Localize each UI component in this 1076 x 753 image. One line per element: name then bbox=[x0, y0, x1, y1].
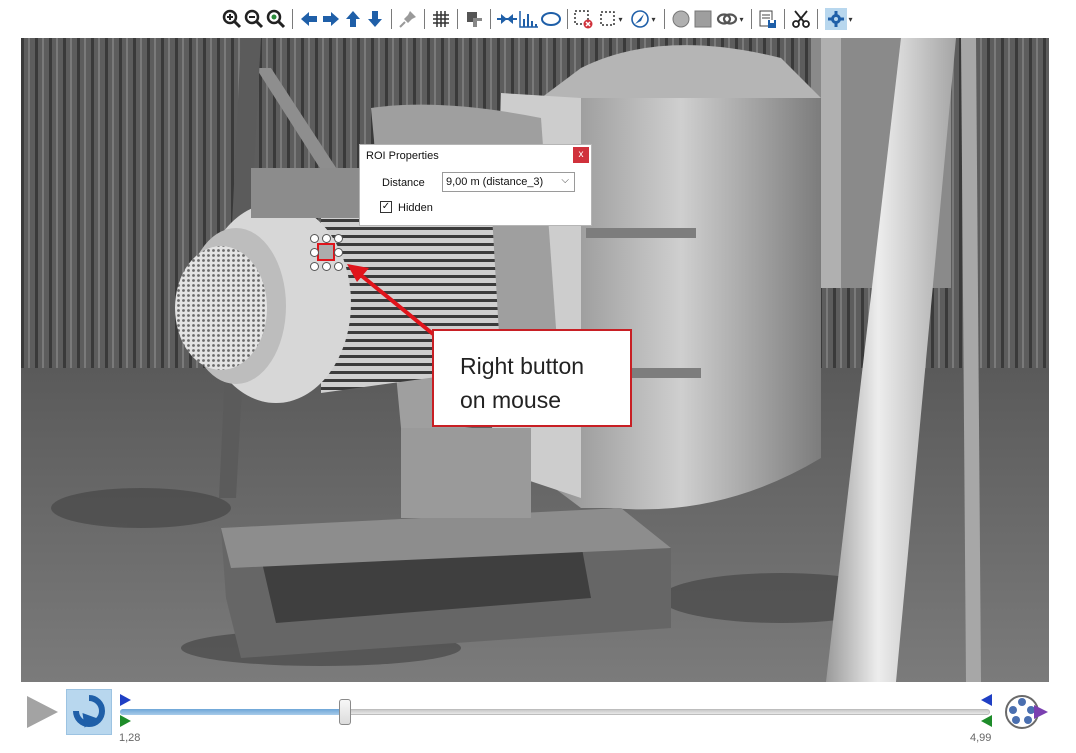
line-profile-icon[interactable] bbox=[496, 6, 518, 32]
chevron-down-icon: ▾ bbox=[848, 14, 853, 24]
toolbar-separator bbox=[817, 9, 818, 29]
arrow-down-icon[interactable] bbox=[364, 6, 386, 32]
zoom-in-icon[interactable] bbox=[221, 6, 243, 32]
timeline-progress bbox=[120, 709, 346, 715]
save-image-icon[interactable] bbox=[757, 6, 779, 32]
distance-label: Distance bbox=[382, 177, 425, 189]
play-button[interactable] bbox=[24, 694, 60, 735]
start-marker-bottom[interactable] bbox=[120, 715, 131, 727]
arrow-up-icon[interactable] bbox=[342, 6, 364, 32]
hidden-label: Hidden bbox=[398, 202, 433, 214]
palette-icon[interactable] bbox=[463, 6, 485, 32]
callout-line-1: Right button bbox=[460, 353, 585, 379]
settings-icon[interactable]: ▾ bbox=[823, 6, 855, 32]
toolbar: ▾ ▾ ▾ ▾ bbox=[0, 0, 1076, 38]
loop-icon bbox=[73, 695, 105, 728]
zoom-fit-icon[interactable] bbox=[265, 6, 287, 32]
toolbar-separator bbox=[391, 9, 392, 29]
arrow-right-icon[interactable] bbox=[320, 6, 342, 32]
measure-icon[interactable]: ▾ bbox=[627, 6, 659, 32]
start-marker-top[interactable] bbox=[120, 694, 131, 706]
toolbar-separator bbox=[424, 9, 425, 29]
hidden-checkbox[interactable]: ✓ bbox=[380, 201, 392, 213]
loop-button[interactable] bbox=[66, 689, 112, 735]
play-icon bbox=[27, 696, 58, 728]
grid-icon[interactable] bbox=[430, 6, 452, 32]
film-reel-icon bbox=[1005, 695, 1048, 729]
link-icon[interactable]: ▾ bbox=[714, 6, 746, 32]
toolbar-separator bbox=[784, 9, 785, 29]
cut-icon[interactable] bbox=[790, 6, 812, 32]
toolbar-separator bbox=[457, 9, 458, 29]
chevron-down-icon: ⌵ bbox=[561, 175, 569, 186]
chevron-down-icon: ▾ bbox=[651, 14, 656, 24]
circle-icon[interactable] bbox=[670, 6, 692, 32]
ellipse-icon[interactable] bbox=[540, 6, 562, 32]
rectangle-roi-icon[interactable]: ▾ bbox=[595, 6, 627, 32]
close-button[interactable]: x bbox=[573, 147, 589, 163]
toolbar-separator bbox=[292, 9, 293, 29]
pin-icon[interactable] bbox=[397, 6, 419, 32]
toolbar-separator bbox=[567, 9, 568, 29]
toolbar-separator bbox=[751, 9, 752, 29]
callout-annotation: Right button on mouse bbox=[432, 329, 632, 427]
timeline-thumb[interactable] bbox=[339, 699, 351, 725]
callout-line-2: on mouse bbox=[460, 387, 562, 413]
image-viewport[interactable]: ROI Properties x Distance 9,00 m (distan… bbox=[21, 38, 1049, 682]
end-marker-bottom[interactable] bbox=[981, 715, 992, 727]
distance-select[interactable]: 9,00 m (distance_3) ⌵ bbox=[442, 172, 575, 192]
toolbar-separator bbox=[664, 9, 665, 29]
end-marker-top[interactable] bbox=[981, 694, 992, 706]
zoom-out-icon[interactable] bbox=[243, 6, 265, 32]
distance-value: 9,00 m (distance_3) bbox=[446, 176, 544, 188]
roi-properties-dialog: ROI Properties x Distance 9,00 m (distan… bbox=[359, 144, 592, 226]
export-video-button[interactable] bbox=[1002, 691, 1050, 738]
dialog-title: ROI Properties bbox=[366, 150, 439, 162]
playback-bar: 1,28 4,99 bbox=[0, 682, 1076, 753]
arrow-left-icon[interactable] bbox=[298, 6, 320, 32]
chevron-down-icon: ▾ bbox=[739, 14, 744, 24]
histogram-icon[interactable] bbox=[518, 6, 540, 32]
chevron-down-icon: ▾ bbox=[618, 14, 623, 24]
end-time-label: 4,99 bbox=[970, 732, 992, 744]
close-icon: x bbox=[578, 149, 584, 160]
delete-roi-icon[interactable] bbox=[573, 6, 595, 32]
square-icon[interactable] bbox=[692, 6, 714, 32]
toolbar-separator bbox=[490, 9, 491, 29]
start-time-label: 1,28 bbox=[119, 732, 141, 744]
